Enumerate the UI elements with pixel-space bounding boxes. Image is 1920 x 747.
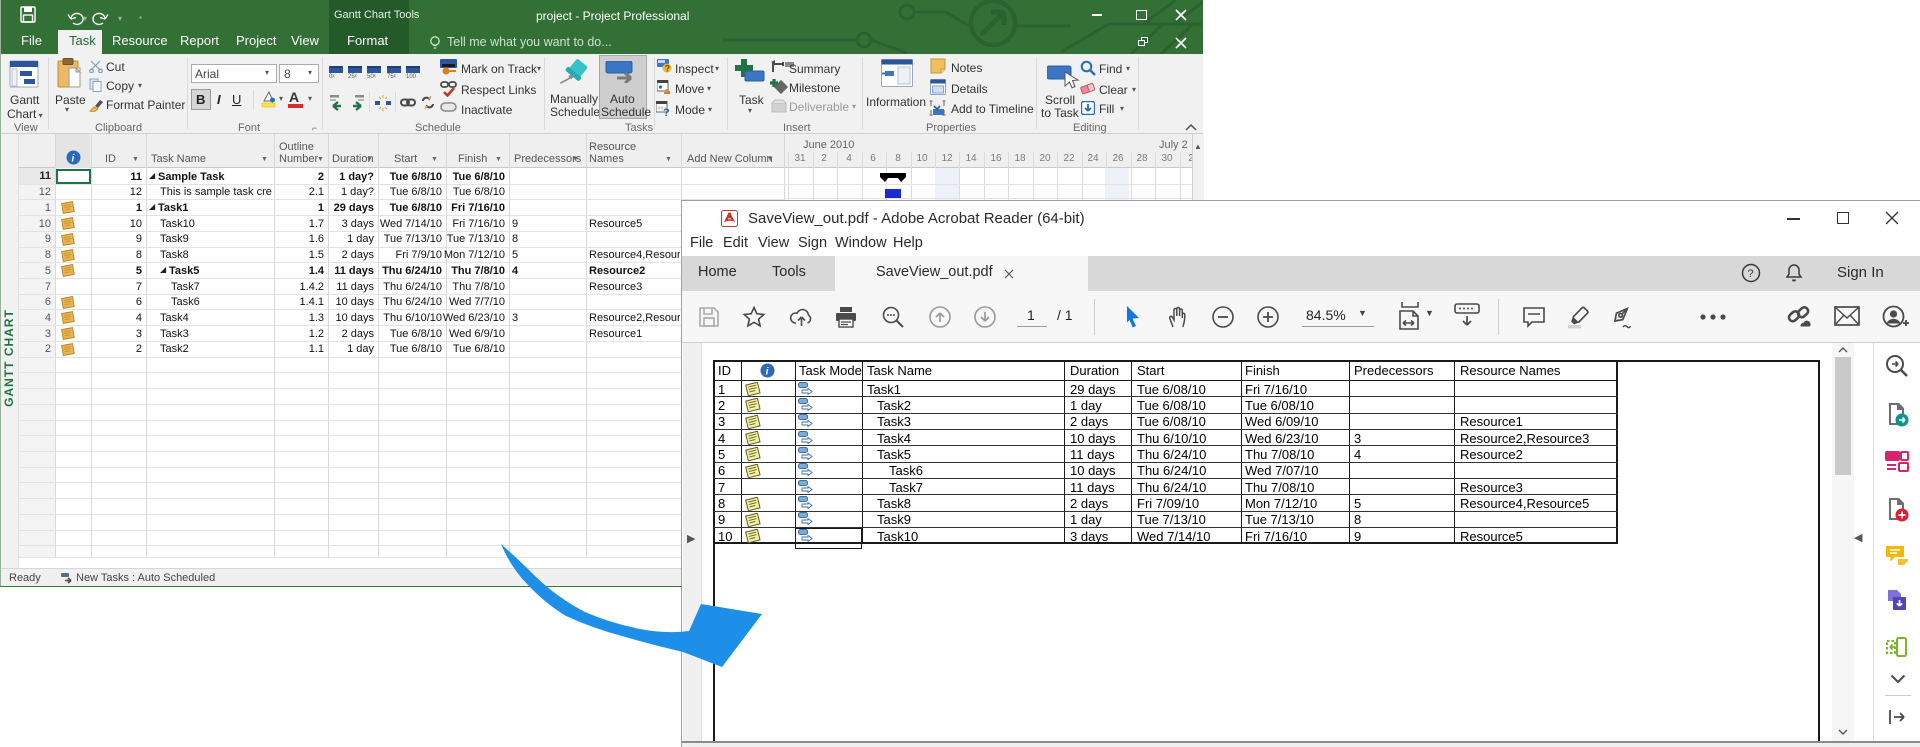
svg-text:▾: ▾	[83, 14, 87, 23]
svg-text:▾: ▾	[118, 14, 122, 23]
svg-text:?: ?	[1748, 268, 1754, 280]
svg-text:i: i	[72, 154, 75, 165]
svg-text:?: ?	[663, 107, 670, 116]
svg-text:▪: ▪	[139, 13, 142, 22]
svg-text:?: ?	[665, 64, 671, 74]
